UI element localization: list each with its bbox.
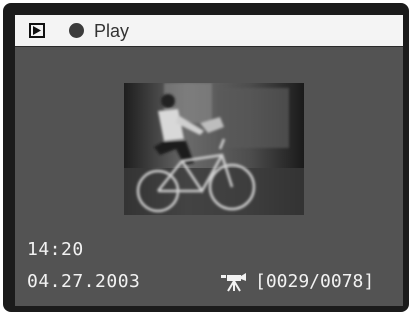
lcd-screen: Play 14:20 04.27.2003 [0029/0078] [15,15,403,306]
play-mode-icon [29,23,45,38]
frame-counter: [0029/0078] [255,271,375,292]
mode-header-bar: Play [15,15,403,47]
capture-time: 14:20 [27,239,84,260]
capture-date: 04.27.2003 [27,271,141,292]
frame-counter-group: [0029/0078] [219,271,374,292]
mode-label: Play [94,20,130,41]
video-frame-cyclist-image [124,83,304,215]
record-dot-icon [69,23,84,38]
movie-camera-icon [221,272,246,292]
camera-lcd-bezel: Play 14:20 04.27.2003 [0029/0078] [3,3,409,312]
video-thumbnail [124,83,304,215]
